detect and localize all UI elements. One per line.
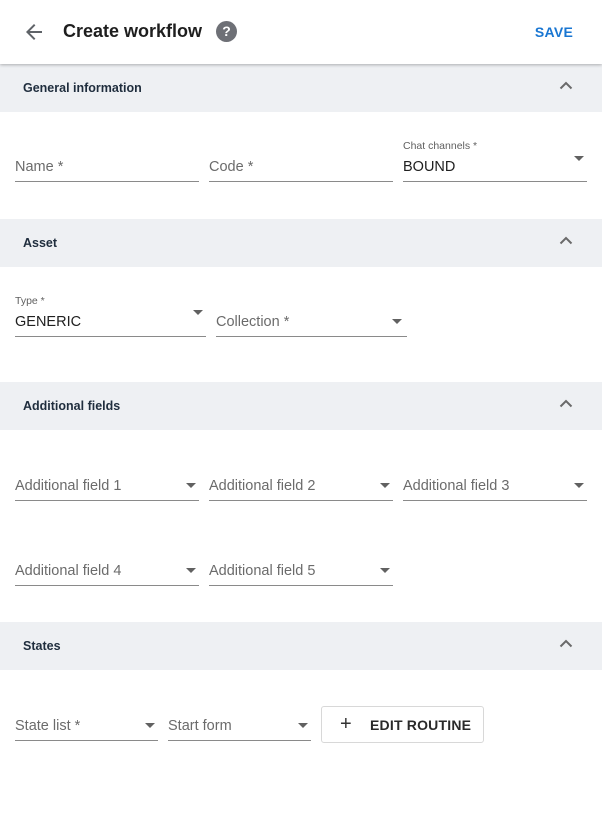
start-form-select[interactable]: Start form: [168, 703, 311, 741]
type-select[interactable]: Type * GENERIC: [15, 295, 206, 337]
app-bar: Create workflow ? SAVE: [0, 0, 602, 64]
chevron-up-icon: [559, 399, 573, 408]
code-placeholder: Code *: [209, 159, 254, 175]
chevron-up-icon: [559, 236, 573, 245]
chevron-up-icon: [559, 639, 573, 648]
additional-field-3-select[interactable]: Additional field 3: [403, 463, 587, 501]
plus-icon: +: [340, 713, 352, 735]
dropdown-arrow-icon: [392, 319, 402, 324]
type-label: Type *: [15, 295, 45, 307]
back-arrow-icon[interactable]: [22, 20, 46, 44]
additional-field-2-placeholder: Additional field 2: [209, 478, 316, 494]
edit-routine-label: EDIT ROUTINE: [370, 717, 472, 733]
additional-field-4-select[interactable]: Additional field 4: [15, 548, 199, 586]
dropdown-arrow-icon: [186, 568, 196, 573]
section-title: General information: [23, 81, 142, 95]
dropdown-arrow-icon: [186, 483, 196, 488]
chevron-up-icon: [559, 81, 573, 90]
additional-field-3-placeholder: Additional field 3: [403, 478, 510, 494]
section-header-states[interactable]: States: [0, 622, 602, 670]
section-header-general[interactable]: General information: [0, 64, 602, 112]
collection-select[interactable]: Collection *: [216, 299, 407, 337]
code-field[interactable]: Code *: [209, 144, 393, 182]
additional-field-4-placeholder: Additional field 4: [15, 563, 122, 579]
section-header-additional[interactable]: Additional fields: [0, 382, 602, 430]
chat-channels-value: BOUND: [403, 159, 456, 175]
state-list-placeholder: State list *: [15, 718, 81, 734]
dropdown-arrow-icon: [145, 723, 155, 728]
dropdown-arrow-icon: [574, 156, 584, 161]
save-button[interactable]: SAVE: [530, 24, 578, 40]
chat-channels-select[interactable]: Chat channels * BOUND: [403, 140, 587, 182]
dropdown-arrow-icon: [380, 568, 390, 573]
name-field[interactable]: Name *: [15, 144, 199, 182]
type-value: GENERIC: [15, 314, 82, 330]
additional-field-1-select[interactable]: Additional field 1: [15, 463, 199, 501]
chat-channels-label: Chat channels *: [403, 140, 478, 152]
help-icon[interactable]: ?: [216, 21, 237, 42]
dropdown-arrow-icon: [193, 310, 203, 315]
name-placeholder: Name *: [15, 159, 64, 175]
state-list-select[interactable]: State list *: [15, 703, 158, 741]
dropdown-arrow-icon: [574, 483, 584, 488]
additional-field-5-placeholder: Additional field 5: [209, 563, 316, 579]
section-header-asset[interactable]: Asset: [0, 219, 602, 267]
section-title: Asset: [23, 236, 58, 250]
additional-field-5-select[interactable]: Additional field 5: [209, 548, 393, 586]
edit-routine-button[interactable]: + EDIT ROUTINE: [321, 706, 484, 743]
page-title: Create workflow: [63, 21, 203, 41]
start-form-placeholder: Start form: [168, 718, 232, 734]
section-title: Additional fields: [23, 399, 121, 413]
additional-field-1-placeholder: Additional field 1: [15, 478, 122, 494]
collection-placeholder: Collection *: [216, 314, 290, 330]
section-title: States: [23, 639, 61, 653]
additional-field-2-select[interactable]: Additional field 2: [209, 463, 393, 501]
dropdown-arrow-icon: [380, 483, 390, 488]
dropdown-arrow-icon: [298, 723, 308, 728]
